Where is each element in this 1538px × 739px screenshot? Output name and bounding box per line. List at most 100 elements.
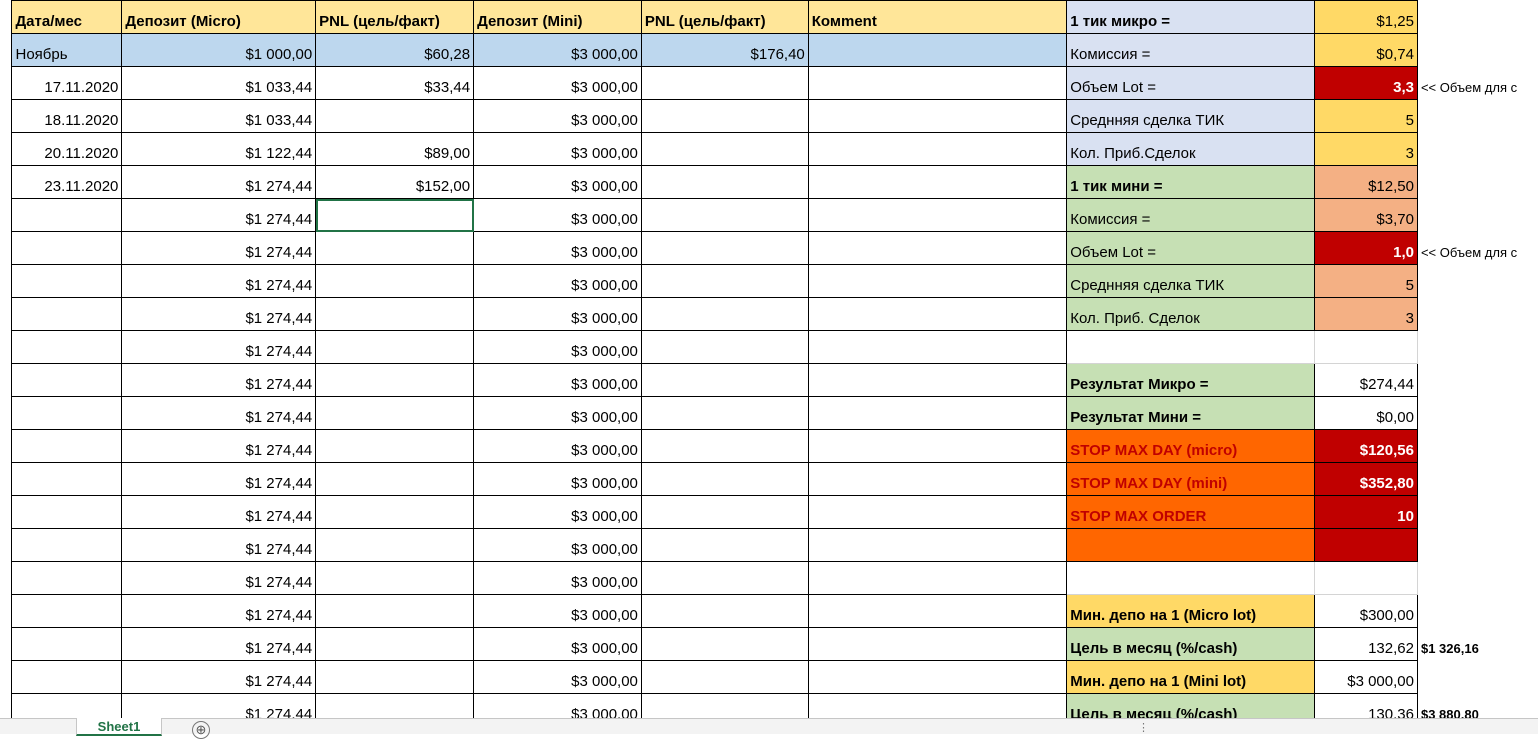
side-note[interactable] — [1417, 34, 1537, 67]
cell-date[interactable] — [11, 462, 123, 496]
side-value[interactable]: 1,0 — [1314, 231, 1418, 265]
side-value[interactable] — [1314, 528, 1418, 562]
cell-date[interactable] — [11, 429, 123, 463]
side-label[interactable]: 1 тик микро = — [1066, 0, 1316, 34]
cell-date[interactable] — [11, 594, 123, 628]
side-value[interactable]: $274,44 — [1314, 363, 1418, 397]
cell-comment[interactable] — [807, 462, 1068, 496]
cell-deposit-mini[interactable]: $3 000,00 — [473, 627, 642, 661]
cell-date[interactable]: 18.11.2020 — [11, 99, 123, 133]
cell-pnl-micro[interactable] — [315, 462, 475, 496]
cell-deposit-mini[interactable]: $3 000,00 — [473, 99, 642, 133]
side-note[interactable] — [1417, 463, 1537, 496]
side-label[interactable]: Мин. депо на 1 (Mini lot) — [1066, 660, 1316, 694]
side-label[interactable]: Результат Мини = — [1066, 396, 1316, 430]
row-number[interactable]: 2 — [0, 363, 12, 397]
cell-date[interactable] — [11, 297, 123, 331]
sheet-tab-sheet1[interactable]: Sheet1 — [76, 718, 162, 736]
side-value[interactable]: 130,36 — [1314, 693, 1418, 718]
cell-deposit-mini[interactable]: $3 000,00 — [473, 561, 642, 595]
row-number[interactable]: 1 — [0, 330, 12, 364]
row-number[interactable] — [0, 66, 12, 100]
cell-deposit-micro[interactable]: $1 274,44 — [121, 660, 317, 694]
side-value[interactable]: 3 — [1314, 132, 1418, 166]
cell-comment[interactable] — [807, 33, 1068, 67]
cell-comment[interactable] — [807, 528, 1068, 562]
side-note[interactable] — [1417, 1, 1537, 34]
side-note[interactable] — [1417, 496, 1537, 529]
cell-pnl-micro[interactable] — [315, 330, 475, 364]
cell-deposit-micro[interactable]: $1 274,44 — [121, 462, 317, 496]
cell-deposit-mini[interactable]: $3 000,00 — [473, 33, 642, 67]
cell-deposit-mini[interactable]: $3 000,00 — [473, 165, 642, 199]
side-value[interactable]: 3 — [1314, 297, 1418, 331]
cell-date[interactable] — [11, 231, 123, 265]
cell-pnl-micro[interactable] — [315, 198, 475, 232]
cell-comment[interactable] — [807, 165, 1068, 199]
cell-pnl-mini[interactable]: $176,40 — [640, 33, 809, 67]
side-value[interactable]: $3,70 — [1314, 198, 1418, 232]
side-note[interactable]: $1 326,16 — [1417, 628, 1537, 661]
side-label[interactable]: Объем Lot = — [1066, 66, 1316, 100]
cell-comment[interactable] — [807, 396, 1068, 430]
cell-deposit-micro[interactable]: $1 274,44 — [121, 627, 317, 661]
side-value[interactable] — [1314, 561, 1418, 595]
cell-pnl-mini[interactable] — [640, 627, 809, 661]
cell-pnl-mini[interactable] — [640, 594, 809, 628]
side-value[interactable]: $352,80 — [1314, 462, 1418, 496]
row-number[interactable] — [0, 198, 12, 232]
cell-pnl-mini[interactable] — [640, 330, 809, 364]
cell-date[interactable] — [11, 627, 123, 661]
row-number[interactable]: 1 — [0, 660, 12, 694]
cell-deposit-mini[interactable]: $3 000,00 — [473, 264, 642, 298]
row-number[interactable] — [0, 33, 12, 67]
cell-pnl-mini[interactable] — [640, 693, 809, 718]
side-label[interactable]: Среднняя сделка ТИК — [1066, 264, 1316, 298]
cell-deposit-micro[interactable]: $1 274,44 — [121, 264, 317, 298]
header-comment[interactable]: Комment — [807, 0, 1068, 34]
cell-pnl-micro[interactable] — [315, 99, 475, 133]
cell-comment[interactable] — [807, 627, 1068, 661]
cell-deposit-micro[interactable]: $1 274,44 — [121, 330, 317, 364]
cell-date[interactable]: Ноябрь — [11, 33, 123, 67]
side-note[interactable] — [1417, 661, 1537, 694]
side-value[interactable]: 132,62 — [1314, 627, 1418, 661]
cell-deposit-mini[interactable]: $3 000,00 — [473, 132, 642, 166]
cell-deposit-mini[interactable]: $3 000,00 — [473, 594, 642, 628]
side-value[interactable]: 5 — [1314, 99, 1418, 133]
cell-comment[interactable] — [807, 594, 1068, 628]
cell-deposit-micro[interactable]: $1 274,44 — [121, 396, 317, 430]
cell-pnl-mini[interactable] — [640, 528, 809, 562]
cell-pnl-micro[interactable] — [315, 396, 475, 430]
side-note[interactable] — [1417, 595, 1537, 628]
side-note[interactable]: $3 880,80 — [1417, 694, 1537, 718]
side-label[interactable]: Мин. депо на 1 (Micro lot) — [1066, 594, 1316, 628]
cell-pnl-mini[interactable] — [640, 429, 809, 463]
side-label[interactable]: Кол. Приб.Сделок — [1066, 132, 1316, 166]
cell-comment[interactable] — [807, 495, 1068, 529]
cell-deposit-mini[interactable]: $3 000,00 — [473, 330, 642, 364]
cell-date[interactable] — [11, 198, 123, 232]
cell-pnl-mini[interactable] — [640, 297, 809, 331]
cell-deposit-micro[interactable]: $1 274,44 — [121, 561, 317, 595]
side-label[interactable]: STOP MAX ORDER — [1066, 495, 1316, 529]
cell-comment[interactable] — [807, 264, 1068, 298]
row-number[interactable]: 5 — [0, 462, 12, 496]
header-date[interactable]: Дата/мес — [11, 0, 123, 34]
row-number[interactable]: 7 — [0, 528, 12, 562]
cell-date[interactable]: 23.11.2020 — [11, 165, 123, 199]
row-number[interactable]: 6 — [0, 495, 12, 529]
side-note[interactable] — [1417, 199, 1537, 232]
cell-deposit-micro[interactable]: $1 274,44 — [121, 528, 317, 562]
cell-pnl-mini[interactable] — [640, 561, 809, 595]
cell-deposit-micro[interactable]: $1 033,44 — [121, 99, 317, 133]
tab-scroll-separator-icon[interactable]: ⋮ — [1138, 721, 1149, 734]
cell-deposit-mini[interactable]: $3 000,00 — [473, 495, 642, 529]
cell-pnl-mini[interactable] — [640, 363, 809, 397]
cell-pnl-micro[interactable]: $60,28 — [315, 33, 475, 67]
side-value[interactable]: $3 000,00 — [1314, 660, 1418, 694]
cell-deposit-micro[interactable]: $1 274,44 — [121, 594, 317, 628]
cell-pnl-micro[interactable]: $89,00 — [315, 132, 475, 166]
cell-comment[interactable] — [807, 330, 1068, 364]
row-number[interactable]: 3 — [0, 396, 12, 430]
